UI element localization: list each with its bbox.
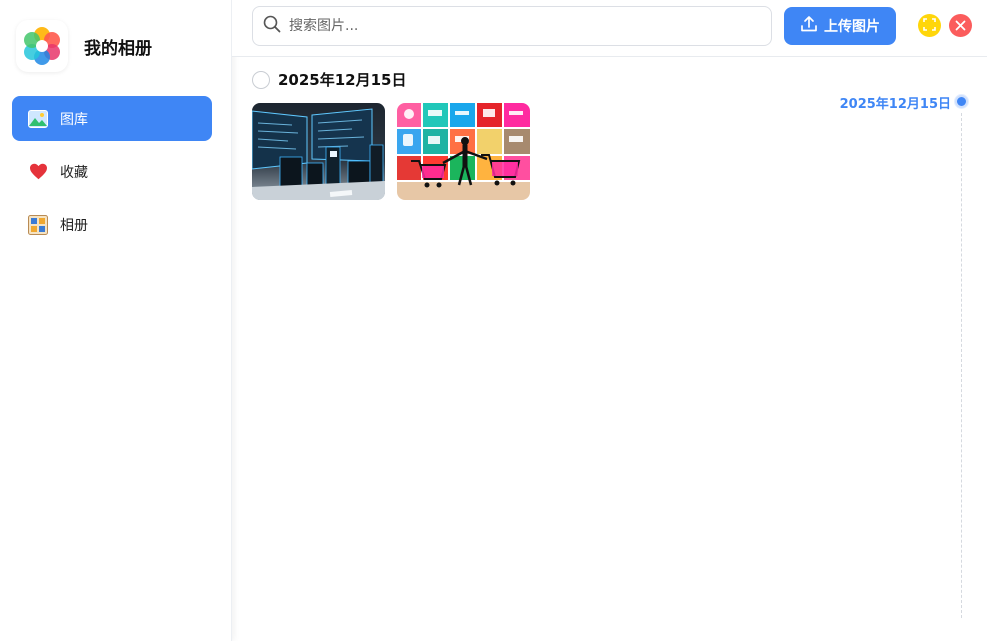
- sidebar-item-label: 相册: [60, 217, 88, 234]
- photo-thumbnail[interactable]: [397, 103, 530, 200]
- sidebar-item-label: 图库: [60, 111, 88, 128]
- sidebar-item-albums[interactable]: 相册: [12, 202, 212, 247]
- sidebar-item-favorites[interactable]: 收藏: [12, 149, 212, 194]
- timeline-date-label[interactable]: 2025年12月15日: [840, 93, 951, 112]
- group-date: 2025年12月15日: [278, 71, 407, 89]
- server-room-thumbnail: [252, 103, 385, 200]
- date-group-header: 2025年12月15日: [252, 69, 407, 90]
- close-icon: [955, 16, 966, 35]
- maximize-button[interactable]: [918, 14, 941, 37]
- gallery-icon: [28, 109, 48, 129]
- timeline-track: [961, 113, 962, 618]
- app-header: 我的相册: [16, 20, 226, 72]
- app-logo-icon: [16, 20, 68, 72]
- select-group-checkbox[interactable]: [252, 70, 270, 89]
- shopping-apps-thumbnail: [397, 103, 530, 200]
- photo-thumbnail[interactable]: [252, 103, 385, 200]
- upload-button[interactable]: 上传图片: [784, 7, 896, 45]
- heart-icon: [28, 162, 48, 182]
- upload-button-label: 上传图片: [824, 19, 880, 35]
- photo-grid: [252, 103, 530, 200]
- maximize-icon: [923, 16, 936, 35]
- sidebar-nav: 图库 收藏 相册: [12, 96, 212, 255]
- upload-icon: [800, 15, 818, 37]
- search-box[interactable]: [252, 6, 772, 46]
- topbar: 上传图片: [232, 0, 987, 57]
- close-button[interactable]: [949, 14, 972, 37]
- sidebar-item-label: 收藏: [60, 164, 88, 181]
- timeline-marker[interactable]: [955, 95, 968, 108]
- app-title: 我的相册: [84, 38, 152, 59]
- search-input[interactable]: [289, 18, 749, 34]
- photo-content: 2025年12月15日 2025年12月15日: [232, 58, 987, 641]
- sidebar-item-gallery[interactable]: 图库: [12, 96, 212, 141]
- sidebar: 我的相册 图库 收藏 相册: [0, 0, 232, 641]
- album-icon: [28, 214, 48, 235]
- search-icon: [263, 15, 281, 37]
